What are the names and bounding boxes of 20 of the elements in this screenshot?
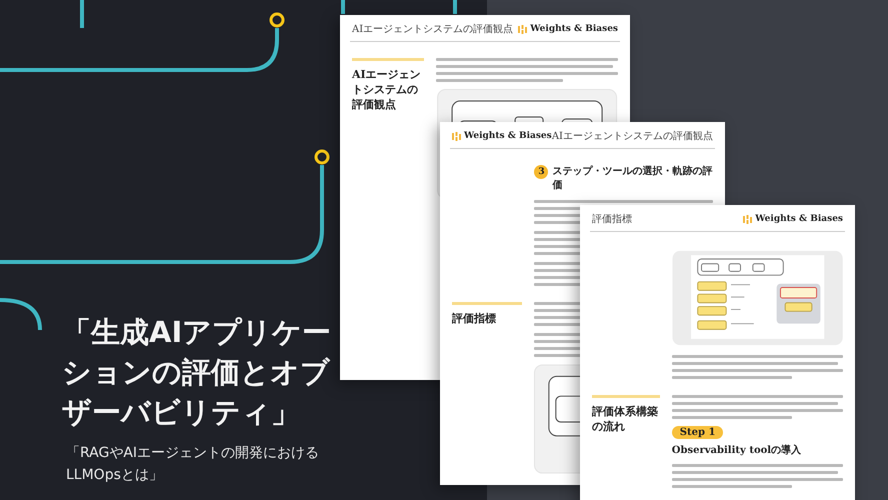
logo-icon xyxy=(518,24,528,34)
logo-text: Weights & Biases xyxy=(464,131,552,141)
step-heading: Observability toolの導入 xyxy=(672,443,802,457)
line-segment xyxy=(453,0,457,14)
page-header: AIエージェントシステムの評価観点 xyxy=(552,130,713,143)
step-badge: Step 1 xyxy=(672,426,724,439)
logo-text: Weights & Biases xyxy=(755,214,843,224)
headline-title: 「生成AIアプリケーションの評価とオブザーバビリティ」 xyxy=(62,314,332,431)
section-heading: ステップ・ツールの選択・軌跡の評価 xyxy=(552,165,713,193)
page-header: AIエージェントシステムの評価観点 xyxy=(352,22,514,36)
logo-icon xyxy=(743,214,752,224)
line-segment xyxy=(341,0,345,14)
section-title: 評価体系構築の流れ xyxy=(592,395,660,488)
number-badge: 3 xyxy=(534,165,548,179)
logo-icon xyxy=(452,132,461,140)
section-title: AIエージェントシステムの評価観点 xyxy=(352,58,424,199)
section-title: 評価指標 xyxy=(452,302,522,474)
logo-text: Weights & Biases xyxy=(530,24,618,34)
headline-subtitle: 「RAGやAIエージェントの開発における LLMOpsとは」 xyxy=(66,444,320,485)
page-header: 評価指標 xyxy=(592,212,632,226)
